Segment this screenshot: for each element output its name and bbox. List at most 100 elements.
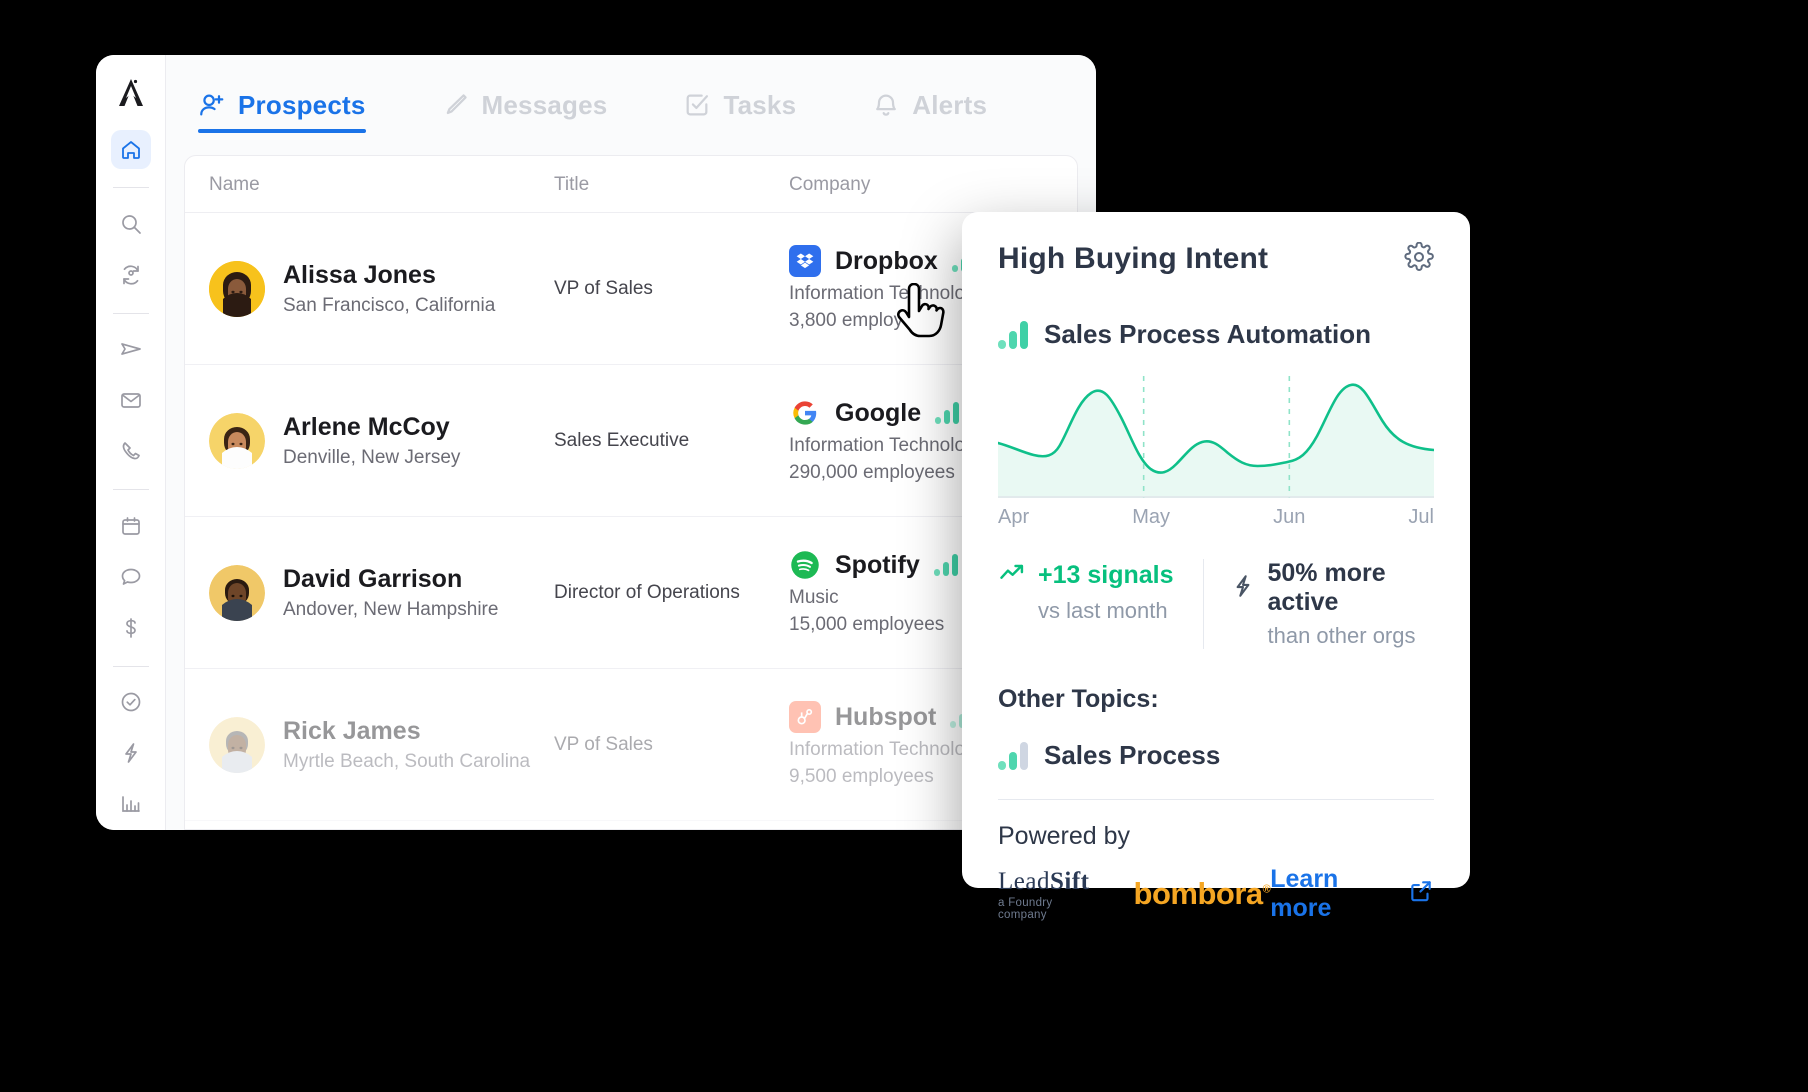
phone-icon <box>119 439 143 463</box>
tab-prospects-label: Prospects <box>238 89 366 120</box>
bombora-wordmark: bombora <box>1133 876 1264 911</box>
company-name: Spotify <box>835 550 920 579</box>
screen: Prospects Messages Tasks Alerts Name Tit… <box>0 0 1808 1092</box>
check-square-icon <box>683 91 711 119</box>
divider <box>998 799 1434 800</box>
avatar <box>209 412 265 469</box>
chat-icon <box>119 565 143 589</box>
sidebar-item-home[interactable] <box>110 130 151 170</box>
x-tick-apr: Apr <box>998 506 1030 528</box>
company-name: Dropbox <box>835 246 938 275</box>
partner-footer: LeadSift a Foundry company bombora® Lear… <box>998 865 1434 923</box>
sidebar-divider-3 <box>112 489 149 491</box>
brand-logo-icon <box>111 73 151 112</box>
bell-icon <box>872 91 900 119</box>
primary-topic: Sales Process Automation <box>998 319 1434 350</box>
tab-messages[interactable]: Messages <box>426 55 624 155</box>
intent-card-header: High Buying Intent <box>998 241 1434 277</box>
stat-signals-value: +13 signals <box>1038 561 1174 589</box>
sidebar-divider-1 <box>112 187 149 189</box>
sidebar-item-calendar[interactable] <box>111 506 151 545</box>
tab-prospects[interactable]: Prospects <box>182 55 382 155</box>
sidebar-item-phone[interactable] <box>111 432 151 471</box>
avatar <box>209 716 265 773</box>
cell-title: Director of Operations <box>554 581 740 603</box>
column-header-title: Title <box>554 174 590 195</box>
tab-tasks-label: Tasks <box>723 89 797 120</box>
primary-topic-label: Sales Process Automation <box>1044 319 1372 349</box>
pointing-hand-cursor <box>893 282 945 345</box>
sidebar-item-search[interactable] <box>111 204 151 243</box>
chart-x-axis: Apr May Jun Jul <box>998 506 1434 529</box>
lightning-icon <box>1230 573 1256 604</box>
prospect-location: San Francisco, California <box>283 294 496 316</box>
tab-tasks[interactable]: Tasks <box>667 55 812 155</box>
intent-bars-icon <box>935 402 960 424</box>
stat-activity: 50% more active than other orgs <box>1202 559 1435 649</box>
tab-alerts[interactable]: Alerts <box>856 55 1003 155</box>
learn-more-label: Learn more <box>1270 865 1339 922</box>
intent-bars-icon <box>998 320 1028 349</box>
company-name: Hubspot <box>835 702 937 731</box>
home-icon <box>119 138 143 162</box>
cell-name: David Garrison Andover, New Hampshire <box>209 564 554 621</box>
mail-icon <box>119 388 143 412</box>
external-link-icon <box>1408 878 1434 911</box>
table-row[interactable]: David Garrison Andover, New Hampshire Di… <box>185 517 1077 669</box>
sidebar-item-analytics[interactable] <box>111 785 151 824</box>
high-buying-intent-card: High Buying Intent Sales Process Automat… <box>962 212 1470 922</box>
table-row[interactable]: Arlene McCoy Denville, New Jersey Sales … <box>185 365 1077 517</box>
sidebar-item-chat[interactable] <box>111 557 151 596</box>
learn-more-link[interactable]: Learn more <box>1270 865 1434 923</box>
sidebar-item-send[interactable] <box>111 330 151 369</box>
bombora-logo: bombora® <box>1134 876 1271 912</box>
user-plus-icon <box>198 91 226 119</box>
sync-icon <box>119 263 143 287</box>
intent-stats: +13 signals vs last month 50% more activ… <box>998 559 1434 649</box>
gear-icon[interactable] <box>1404 241 1434 277</box>
dollar-icon <box>119 616 143 640</box>
hubspot-logo <box>789 701 821 733</box>
sidebar-divider-4 <box>112 665 149 667</box>
sidebar-divider-2 <box>112 312 149 314</box>
calendar-icon <box>119 514 143 538</box>
check-circle-icon <box>119 690 143 714</box>
sidebar-item-sync[interactable] <box>111 255 151 294</box>
table-header: Name Title Company <box>185 156 1077 213</box>
chart-svg <box>998 376 1434 498</box>
sidebar-item-deals[interactable] <box>111 608 151 647</box>
leadsift-sift: Sift <box>1049 867 1090 895</box>
avatar <box>209 260 265 317</box>
main-content: Prospects Messages Tasks Alerts Name Tit… <box>166 55 1096 830</box>
tab-alerts-label: Alerts <box>912 89 988 120</box>
lightning-icon <box>119 741 143 765</box>
cell-title: VP of Sales <box>554 277 653 299</box>
prospect-location: Denville, New Jersey <box>283 446 461 468</box>
sidebar-item-automation[interactable] <box>111 734 151 773</box>
leadsift-tagline: a Foundry company <box>998 896 1053 921</box>
stat-signals-sub: vs last month <box>1038 598 1168 623</box>
x-tick-may: May <box>1132 506 1170 528</box>
intent-signal-chart <box>998 376 1434 498</box>
other-topic-item[interactable]: Sales Process <box>998 740 1434 771</box>
sidebar-item-tasks-done[interactable] <box>111 683 151 722</box>
page-title: High Buying Intent <box>998 242 1269 275</box>
stat-signals: +13 signals vs last month <box>998 559 1203 649</box>
send-icon <box>119 337 143 361</box>
x-tick-jul: Jul <box>1408 506 1434 528</box>
spotify-logo <box>789 549 821 581</box>
bar-chart-icon <box>119 792 143 816</box>
column-header-name: Name <box>209 174 260 195</box>
leadsift-lead: Lead <box>998 867 1050 895</box>
sidebar <box>96 55 166 830</box>
prospect-name: David Garrison <box>283 565 463 594</box>
prospect-name: Arlene McCoy <box>283 413 450 442</box>
bombora-trademark: ® <box>1262 883 1271 896</box>
cell-title: Sales Executive <box>554 429 690 451</box>
company-name: Google <box>835 398 922 427</box>
sidebar-item-mail[interactable] <box>111 381 151 420</box>
table-row[interactable]: Rick James Myrtle Beach, South Carolina … <box>185 669 1077 821</box>
x-tick-jun: Jun <box>1273 506 1306 528</box>
cell-name: Arlene McCoy Denville, New Jersey <box>209 412 554 469</box>
avatar <box>209 564 265 621</box>
